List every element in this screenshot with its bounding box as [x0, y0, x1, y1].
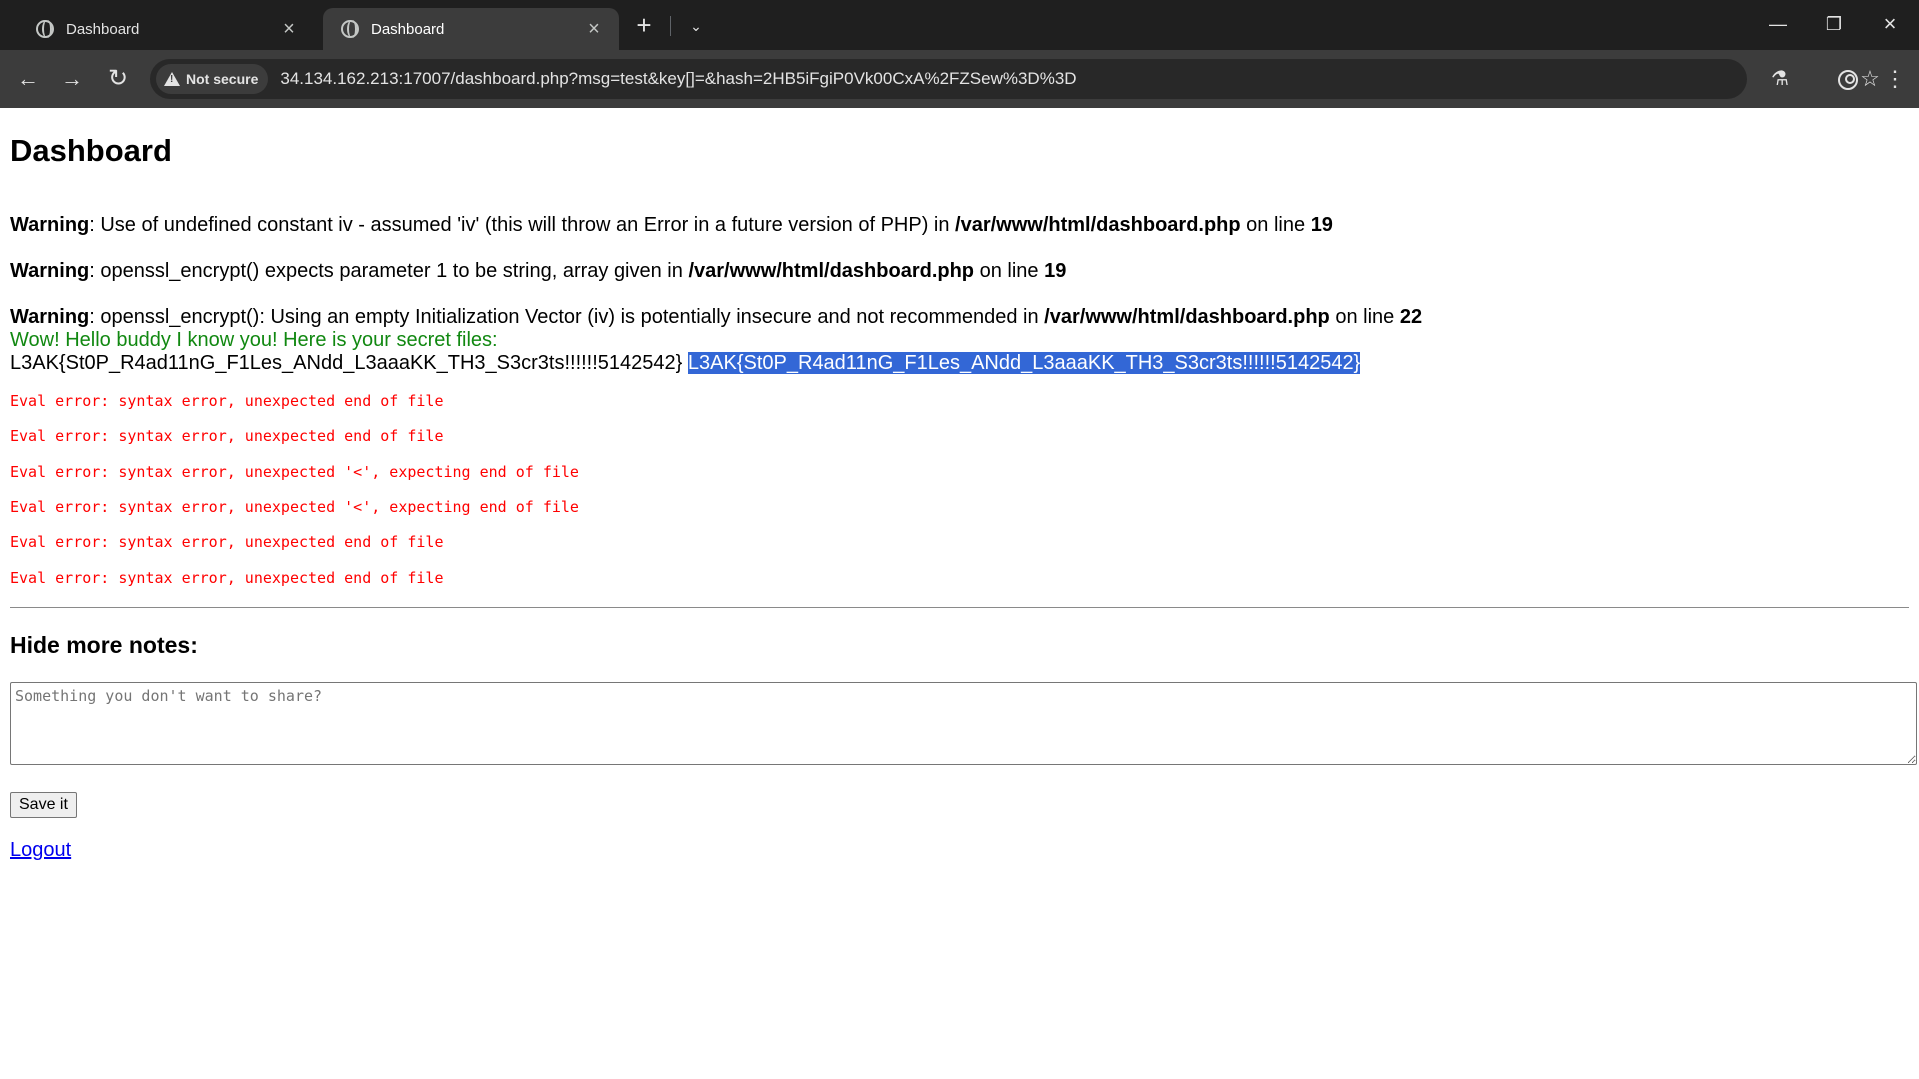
browser-toolbar: ← → ↻ Not secure 34.134.162.213:17007/da…	[0, 50, 1919, 108]
tab-title: Dashboard	[66, 20, 140, 38]
warning-line: Warning: Use of undefined constant iv - …	[10, 213, 1909, 237]
page-content: Dashboard Warning: Use of undefined cons…	[0, 108, 1919, 1079]
warning-file: /var/www/html/dashboard.php	[688, 260, 975, 283]
secret-flag-text: L3AK{St0P_R4ad11nG_F1Les_ANdd_L3aaaKK_TH…	[10, 352, 683, 375]
warning-on-line: on line	[1329, 306, 1400, 329]
notes-textarea[interactable]	[10, 681, 1917, 765]
tab-dashboard-1[interactable]: Dashboard ×	[18, 8, 314, 50]
restore-icon[interactable]: ❐	[1806, 0, 1862, 48]
warning-file: /var/www/html/dashboard.php	[1044, 306, 1330, 329]
url-text[interactable]: 34.134.162.213:17007/dashboard.php?msg=t…	[280, 69, 1076, 89]
notes-heading: Hide more notes:	[10, 631, 198, 658]
tab-strip: Dashboard × Dashboard × + ⌄ — ❐ ×	[0, 0, 1919, 50]
warning-label: Warning	[10, 306, 90, 329]
warning-file: /var/www/html/dashboard.php	[955, 214, 1241, 237]
security-label: Not secure	[186, 71, 259, 87]
warning-line: Warning: openssl_encrypt(): Using an emp…	[10, 305, 1909, 329]
secret-flag-selected: L3AK{St0P_R4ad11nG_F1Les_ANdd_L3aaaKK_TH…	[687, 352, 1361, 375]
security-chip[interactable]: Not secure	[156, 64, 269, 94]
warning-label: Warning	[10, 214, 90, 237]
eval-error: Eval error: syntax error, unexpected '<'…	[10, 462, 579, 481]
warning-message: : openssl_encrypt(): Using an empty Init…	[89, 306, 1045, 329]
warning-triangle-icon	[164, 72, 180, 86]
warning-message: : openssl_encrypt() expects parameter 1 …	[89, 260, 689, 283]
warning-line-number: 22	[1399, 306, 1423, 329]
minimize-icon[interactable]: —	[1750, 0, 1806, 48]
warning-message: : Use of undefined constant iv - assumed…	[89, 214, 956, 237]
warning-on-line: on line	[1240, 214, 1311, 237]
php-warnings: Warning: Use of undefined constant iv - …	[10, 213, 1909, 329]
warning-label: Warning	[10, 260, 90, 283]
warning-on-line: on line	[974, 260, 1045, 283]
eval-error: Eval error: syntax error, unexpected '<'…	[10, 498, 579, 517]
warning-line: Warning: openssl_encrypt() expects param…	[10, 259, 1909, 283]
chevron-down-icon[interactable]: ⌄	[680, 10, 712, 42]
kebab-menu-icon[interactable]: ⋮	[1879, 63, 1911, 95]
window-close-icon[interactable]: ×	[1862, 0, 1918, 48]
profile-icon[interactable]	[1832, 63, 1864, 95]
secret-files: L3AK{St0P_R4ad11nG_F1Les_ANdd_L3aaaKK_TH…	[10, 351, 1909, 375]
divider	[670, 16, 671, 36]
greeting-message: Wow! Hello buddy I know you! Here is you…	[10, 329, 498, 352]
labs-flask-icon[interactable]: ⚗	[1764, 63, 1796, 95]
logout-link[interactable]: Logout	[10, 839, 71, 862]
eval-error: Eval error: syntax error, unexpected end…	[10, 427, 444, 446]
new-tab-icon[interactable]: +	[628, 10, 660, 42]
tab-title: Dashboard	[371, 20, 445, 38]
close-icon[interactable]: ×	[583, 18, 605, 41]
page-title: Dashboard	[10, 133, 172, 168]
eval-error: Eval error: syntax error, unexpected end…	[10, 533, 444, 552]
forward-icon[interactable]: →	[56, 63, 88, 95]
address-bar[interactable]: Not secure 34.134.162.213:17007/dashboar…	[150, 59, 1880, 99]
globe-icon	[341, 20, 359, 38]
eval-error-list: Eval error: syntax error, unexpected end…	[10, 391, 1909, 603]
save-button[interactable]: Save it	[10, 791, 77, 818]
warning-line-number: 19	[1310, 214, 1333, 237]
back-icon[interactable]: ←	[12, 63, 44, 95]
tab-dashboard-2[interactable]: Dashboard ×	[323, 8, 619, 50]
warning-line-number: 19	[1044, 260, 1067, 283]
eval-error: Eval error: syntax error, unexpected end…	[10, 568, 444, 587]
divider	[10, 606, 1909, 608]
reload-icon[interactable]: ↻	[102, 63, 134, 95]
close-icon[interactable]: ×	[278, 18, 300, 41]
eval-error: Eval error: syntax error, unexpected end…	[10, 392, 444, 411]
globe-icon	[36, 20, 54, 38]
